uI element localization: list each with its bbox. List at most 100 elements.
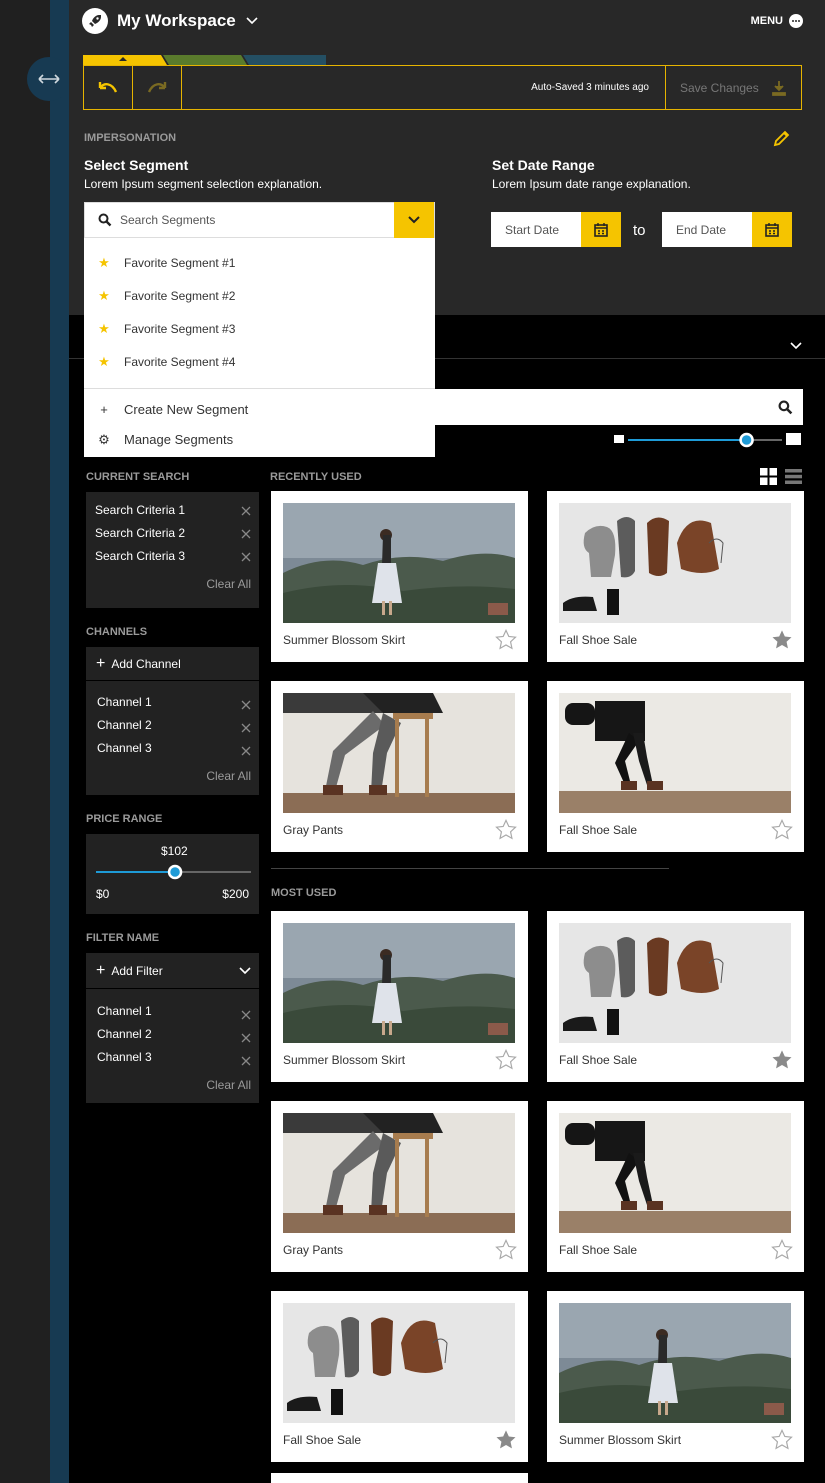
content-card[interactable]: Fall Shoe Sale xyxy=(271,1291,528,1462)
content-card[interactable] xyxy=(271,1473,528,1483)
segment-search-placeholder: Search Segments xyxy=(120,213,216,227)
chevron-down-icon xyxy=(408,216,420,224)
segment-search-input[interactable]: Search Segments xyxy=(84,202,435,238)
more-dots-icon xyxy=(789,14,803,28)
close-icon[interactable] xyxy=(241,1030,251,1048)
calendar-button[interactable] xyxy=(752,212,792,247)
chevron-down-icon[interactable] xyxy=(789,341,803,351)
star-filled-icon[interactable] xyxy=(771,629,793,655)
manage-segments-item[interactable]: ⚙ Manage Segments xyxy=(84,423,435,456)
star-outline-icon[interactable] xyxy=(771,1428,793,1455)
slider-knob xyxy=(167,864,183,880)
pencil-icon[interactable] xyxy=(772,130,790,148)
select-segment-title: Select Segment xyxy=(84,157,189,173)
star-filled-icon[interactable] xyxy=(771,1049,793,1075)
favorite-segment-item[interactable]: ★ Favorite Segment #1 xyxy=(84,246,435,279)
add-channel-button[interactable]: + Add Channel xyxy=(86,647,259,681)
favorite-segment-item[interactable]: ★ Favorite Segment #4 xyxy=(84,345,435,378)
star-outline-icon[interactable] xyxy=(495,628,517,655)
undo-button[interactable] xyxy=(84,66,133,109)
segment-dropdown-toggle[interactable] xyxy=(394,202,434,238)
clear-all-link[interactable]: Clear All xyxy=(206,1078,251,1092)
save-changes-label: Save Changes xyxy=(680,80,759,95)
close-icon[interactable] xyxy=(241,1053,251,1071)
start-date-placeholder: Start Date xyxy=(505,222,560,237)
close-icon[interactable] xyxy=(241,503,251,521)
menu-button[interactable]: MENU xyxy=(751,14,803,28)
calendar-icon xyxy=(594,222,608,237)
view-toggle xyxy=(760,468,802,485)
price-slider[interactable] xyxy=(96,864,251,880)
content-card[interactable]: Fall Shoe Sale xyxy=(547,491,804,662)
content-card[interactable]: Fall Shoe Sale xyxy=(547,1101,804,1272)
redo-button[interactable] xyxy=(133,66,182,109)
star-outline-icon[interactable] xyxy=(495,1238,517,1265)
close-icon[interactable] xyxy=(241,697,251,715)
date-range-to-label: to xyxy=(633,222,646,239)
card-caption: Fall Shoe Sale xyxy=(559,633,638,647)
star-outline-icon[interactable] xyxy=(495,818,517,845)
start-date-field[interactable]: Start Date xyxy=(491,212,621,247)
close-icon[interactable] xyxy=(241,549,251,567)
card-thumbnail xyxy=(283,1303,515,1423)
favorite-segment-item[interactable]: ★ Favorite Segment #2 xyxy=(84,279,435,312)
left-rail xyxy=(50,0,69,1483)
progress-steps xyxy=(83,55,326,65)
chevron-down-icon xyxy=(239,966,251,974)
favorite-segment-label: Favorite Segment #2 xyxy=(124,288,236,303)
clear-all-link[interactable]: Clear All xyxy=(206,769,251,783)
content-card[interactable]: Summer Blossom Skirt xyxy=(271,911,528,1082)
content-card[interactable]: Gray Pants xyxy=(271,1101,528,1272)
workspace-title[interactable]: My Workspace xyxy=(117,11,236,31)
content-card[interactable]: Summer Blossom Skirt xyxy=(271,491,528,662)
star-filled-icon[interactable] xyxy=(495,1429,517,1455)
card-thumbnail xyxy=(283,923,515,1043)
favorite-segment-item[interactable]: ★ Favorite Segment #3 xyxy=(84,312,435,345)
save-changes-button[interactable]: Save Changes xyxy=(665,66,801,109)
chevron-down-icon[interactable] xyxy=(246,17,258,25)
card-caption: Fall Shoe Sale xyxy=(283,1433,362,1447)
calendar-button[interactable] xyxy=(581,212,621,247)
search-criteria-chip: Search Criteria 2 xyxy=(95,526,186,540)
create-segment-item[interactable]: + Create New Segment xyxy=(84,393,435,426)
content-card[interactable]: Gray Pants xyxy=(271,681,528,852)
rail-toggle-button[interactable] xyxy=(27,57,71,101)
star-outline-icon[interactable] xyxy=(771,818,793,845)
redo-icon xyxy=(147,81,167,93)
content-card[interactable]: Summer Blossom Skirt xyxy=(547,1291,804,1462)
star-outline-icon[interactable] xyxy=(771,1238,793,1265)
thumbnail-size-slider[interactable] xyxy=(612,430,802,450)
price-value: $102 xyxy=(161,844,188,858)
favorite-segment-label: Favorite Segment #3 xyxy=(124,321,236,336)
content-search-input[interactable] xyxy=(435,389,803,425)
price-min: $0 xyxy=(96,887,110,901)
edit-toolbar: Auto-Saved 3 minutes ago Save Changes xyxy=(83,65,802,110)
grid-view-icon[interactable] xyxy=(760,468,777,485)
workspace-header: My Workspace xyxy=(82,8,258,34)
date-range-title: Set Date Range xyxy=(492,157,595,173)
autosave-status: Auto-Saved 3 minutes ago xyxy=(531,82,649,93)
select-segment-description: Lorem Ipsum segment selection explanatio… xyxy=(84,177,323,191)
content-card[interactable]: Fall Shoe Sale xyxy=(547,681,804,852)
rocket-icon xyxy=(82,8,108,34)
close-icon[interactable] xyxy=(241,526,251,544)
create-segment-label: Create New Segment xyxy=(124,402,249,417)
close-icon[interactable] xyxy=(241,720,251,738)
search-icon xyxy=(778,400,793,414)
section-separator xyxy=(271,868,669,869)
card-thumbnail xyxy=(559,503,791,623)
gear-icon: ⚙ xyxy=(98,431,110,447)
star-icon: ★ xyxy=(98,287,110,303)
card-thumbnail xyxy=(283,693,515,813)
content-card[interactable]: Fall Shoe Sale xyxy=(547,911,804,1082)
star-outline-icon[interactable] xyxy=(495,1048,517,1075)
small-thumb-icon xyxy=(614,435,624,443)
add-filter-label: Add Filter xyxy=(111,963,163,978)
close-icon[interactable] xyxy=(241,743,251,761)
clear-all-link[interactable]: Clear All xyxy=(206,577,251,591)
close-icon[interactable] xyxy=(241,1007,251,1025)
end-date-field[interactable]: End Date xyxy=(662,212,792,247)
add-filter-button[interactable]: + Add Filter xyxy=(86,953,259,989)
current-search-panel: Search Criteria 1 Search Criteria 2 Sear… xyxy=(86,492,259,608)
list-view-icon[interactable] xyxy=(785,468,802,485)
